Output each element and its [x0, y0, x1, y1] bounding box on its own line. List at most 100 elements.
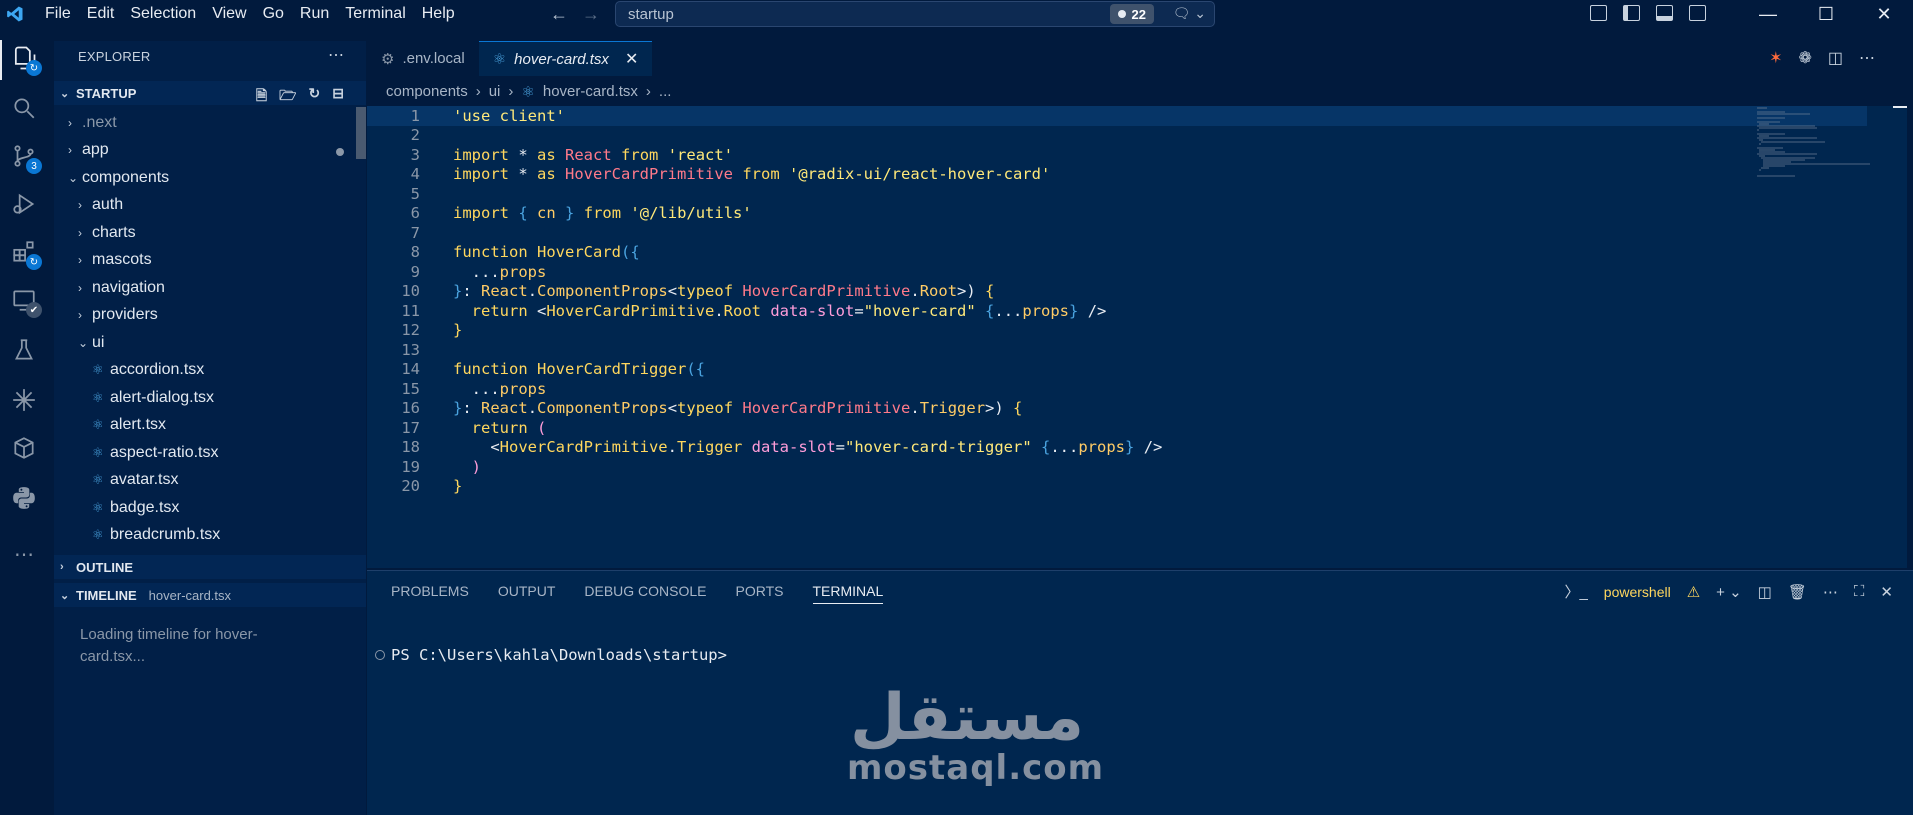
toggle-primary-sidebar-icon[interactable] — [1623, 5, 1640, 21]
code-line[interactable]: 19 ) — [367, 457, 1867, 477]
search-icon[interactable] — [8, 92, 40, 124]
code-line[interactable]: 14 function HoverCardTrigger({ — [367, 360, 1867, 380]
terminal-prompt-line[interactable]: PS C:\Users\kahla\Downloads\startup> — [375, 646, 727, 664]
more-views-icon[interactable]: ⋯ — [8, 538, 40, 570]
tree-folder[interactable]: › mascots — [54, 247, 366, 275]
tree-file[interactable]: ⚛ accordion.tsx — [54, 357, 366, 385]
code-line[interactable]: 1 'use client' — [367, 106, 1867, 126]
back-arrow-icon[interactable]: ← — [550, 4, 568, 25]
tree-folder[interactable]: › .next — [54, 109, 366, 137]
maximize-panel-icon[interactable]: ⛶ — [1854, 583, 1865, 600]
source-control-icon[interactable]: 3 — [8, 140, 42, 174]
breadcrumb-item[interactable]: ... — [659, 83, 672, 101]
code-line[interactable]: 20} — [367, 477, 1867, 497]
project-section-header[interactable]: ⌄ STARTUP 🗎 🗁 ↻ ⊟ — [54, 81, 366, 105]
code-line[interactable]: 5 — [367, 184, 1867, 204]
breadcrumb-item[interactable]: hover-card.tsx — [543, 83, 638, 101]
code-line[interactable]: 12} — [367, 321, 1867, 341]
split-editor-icon[interactable]: ◫ — [1828, 48, 1843, 68]
warning-icon[interactable]: ⚠ — [1687, 583, 1700, 601]
openai-icon[interactable]: ❁ — [1798, 48, 1811, 68]
remote-explorer-icon[interactable]: ✔ — [8, 284, 42, 318]
code-line[interactable]: 8 function HoverCard({ — [367, 243, 1867, 263]
code-editor[interactable]: 1 'use client' 2 3 import * as React from 'r… — [367, 106, 1897, 568]
shell-name[interactable]: powershell — [1604, 584, 1671, 600]
code-line[interactable]: 11 return < HoverCardPrimitive. Root data-… — [367, 301, 1867, 321]
panel-tab-ports[interactable]: PORTS — [736, 583, 784, 604]
testing-icon[interactable] — [8, 334, 40, 366]
explorer-icon[interactable]: ↻ — [8, 42, 42, 76]
code-line[interactable]: 18 < HoverCardPrimitive. Trigger data-slot… — [367, 438, 1867, 458]
menu-terminal[interactable]: Terminal — [345, 5, 415, 23]
code-line[interactable]: 13 — [367, 340, 1867, 360]
extensions-icon[interactable]: ↻ — [8, 236, 42, 270]
minimap[interactable] — [1755, 106, 1875, 206]
new-folder-icon[interactable]: 🗁 — [279, 85, 296, 109]
code-line[interactable]: 17 return ( — [367, 418, 1867, 438]
more-actions-icon[interactable]: ⋯ — [1859, 48, 1875, 68]
menu-run[interactable]: Run — [300, 5, 339, 23]
menu-view[interactable]: View — [212, 5, 256, 23]
panel-tab-output[interactable]: OUTPUT — [498, 583, 556, 604]
editor-tab[interactable]: ⚙ .env.local — [367, 41, 479, 76]
breadcrumb-item[interactable]: ui — [489, 83, 501, 101]
panel-tab-terminal[interactable]: TERMINAL — [812, 583, 884, 604]
copilot-spark-icon[interactable] — [8, 384, 40, 416]
code-line[interactable]: 15 ... props — [367, 379, 1867, 399]
menu-go[interactable]: Go — [263, 5, 294, 23]
tree-file[interactable]: ⚛ aspect-ratio.tsx — [54, 439, 366, 467]
minimize-icon[interactable]: — — [1739, 0, 1797, 28]
code-line[interactable]: 9 ... props — [367, 262, 1867, 282]
menu-file[interactable]: File — [45, 5, 81, 23]
toggle-panel-icon[interactable] — [1656, 5, 1673, 21]
tree-folder[interactable]: › navigation — [54, 274, 366, 302]
close-tab-icon[interactable]: ✕ — [625, 49, 638, 69]
tree-file[interactable]: ⚛ alert.tsx — [54, 412, 366, 440]
collapse-all-icon[interactable]: ⊟ — [332, 85, 344, 109]
customize-layout-icon[interactable] — [1590, 5, 1607, 21]
python-icon[interactable] — [8, 482, 40, 514]
menu-selection[interactable]: Selection — [130, 5, 206, 23]
run-debug-icon[interactable] — [8, 188, 40, 220]
tree-folder[interactable]: › auth — [54, 192, 366, 220]
panel-tab-problems[interactable]: PROBLEMS — [391, 583, 469, 604]
tree-file[interactable]: ⚛ breadcrumb.tsx — [54, 522, 366, 550]
close-panel-icon[interactable]: ✕ — [1880, 583, 1893, 601]
command-center[interactable]: startup 22 🗨 ⌄ — [615, 1, 1215, 27]
menu-help[interactable]: Help — [422, 5, 465, 23]
refresh-icon[interactable]: ↻ — [309, 85, 321, 109]
split-terminal-icon[interactable]: ◫ — [1758, 583, 1772, 601]
timeline-section-header[interactable]: ⌄ TIMELINE hover-card.tsx — [54, 583, 366, 607]
tree-file[interactable]: ⚛ badge.tsx — [54, 494, 366, 522]
kill-terminal-icon[interactable]: 🗑 — [1788, 583, 1807, 601]
panel-tab-debug-console[interactable]: DEBUG CONSOLE — [584, 583, 706, 604]
tree-folder[interactable]: › charts — [54, 219, 366, 247]
tree-folder[interactable]: ⌄ ui — [54, 329, 366, 357]
breadcrumb-item[interactable]: components — [386, 83, 468, 101]
new-terminal-icon[interactable]: + ⌄ — [1716, 583, 1742, 601]
sidebar-scrollbar[interactable] — [356, 107, 366, 159]
more-actions-icon[interactable]: ⋯ — [1823, 583, 1838, 601]
copilot-chat-icon[interactable]: 🗨 ⌄ — [1173, 5, 1206, 22]
code-line[interactable]: 6 import { cn } from '@/lib/utils' — [367, 204, 1867, 224]
changes-badge[interactable]: 22 — [1109, 4, 1154, 24]
new-file-icon[interactable]: 🗎 — [256, 85, 267, 109]
outline-section-header[interactable]: › OUTLINE — [54, 555, 366, 579]
editor-tab[interactable]: ⚛ hover-card.tsx ✕ — [478, 41, 653, 76]
code-line[interactable]: 4 import * as HoverCardPrimitive from '@r… — [367, 165, 1867, 185]
code-line[interactable]: 3 import * as React from 'react' — [367, 145, 1867, 165]
tree-file[interactable]: ⚛ avatar.tsx — [54, 467, 366, 495]
code-line[interactable]: 7 — [367, 223, 1867, 243]
menu-edit[interactable]: Edit — [87, 5, 125, 23]
tree-folder[interactable]: › app — [54, 137, 366, 165]
forward-arrow-icon[interactable]: → — [582, 4, 600, 25]
code-line[interactable]: 2 — [367, 126, 1867, 146]
toggle-secondary-sidebar-icon[interactable] — [1689, 5, 1706, 21]
containers-icon[interactable] — [8, 432, 40, 464]
close-window-icon[interactable]: ✕ — [1855, 0, 1913, 28]
maximize-icon[interactable]: ☐ — [1797, 0, 1855, 28]
code-line[interactable]: 16}: React. ComponentProps < typeof HoverCa… — [367, 399, 1867, 419]
tree-folder[interactable]: ⌄ components — [54, 164, 366, 192]
more-actions-icon[interactable]: ⋯ — [328, 45, 344, 65]
editor-scrollbar[interactable] — [1893, 106, 1907, 568]
